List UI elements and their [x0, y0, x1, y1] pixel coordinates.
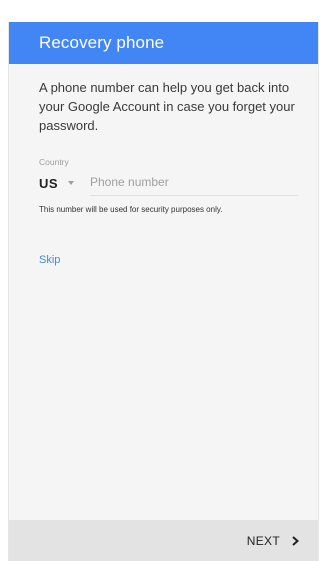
intro-text: A phone number can help you get back int…	[39, 80, 295, 133]
country-label: Country	[39, 157, 69, 167]
phone-row: US	[39, 170, 298, 196]
country-dropdown[interactable]: US	[39, 173, 90, 193]
bottom-bar: NEXT	[9, 520, 318, 561]
chevron-right-icon	[292, 535, 300, 546]
security-note: This number will be used for security pu…	[39, 205, 223, 214]
page-title: Recovery phone	[39, 33, 165, 52]
app-bar: Recovery phone	[9, 22, 318, 64]
country-code: US	[39, 175, 59, 191]
setup-screen: Recovery phone A phone number can help y…	[8, 22, 319, 561]
next-label: NEXT	[246, 533, 280, 548]
phone-number-input[interactable]	[90, 170, 298, 196]
caret-down-icon	[68, 181, 75, 185]
content-area: A phone number can help you get back int…	[9, 64, 318, 268]
next-button[interactable]: NEXT	[247, 520, 300, 561]
skip-link[interactable]: Skip	[39, 254, 60, 266]
